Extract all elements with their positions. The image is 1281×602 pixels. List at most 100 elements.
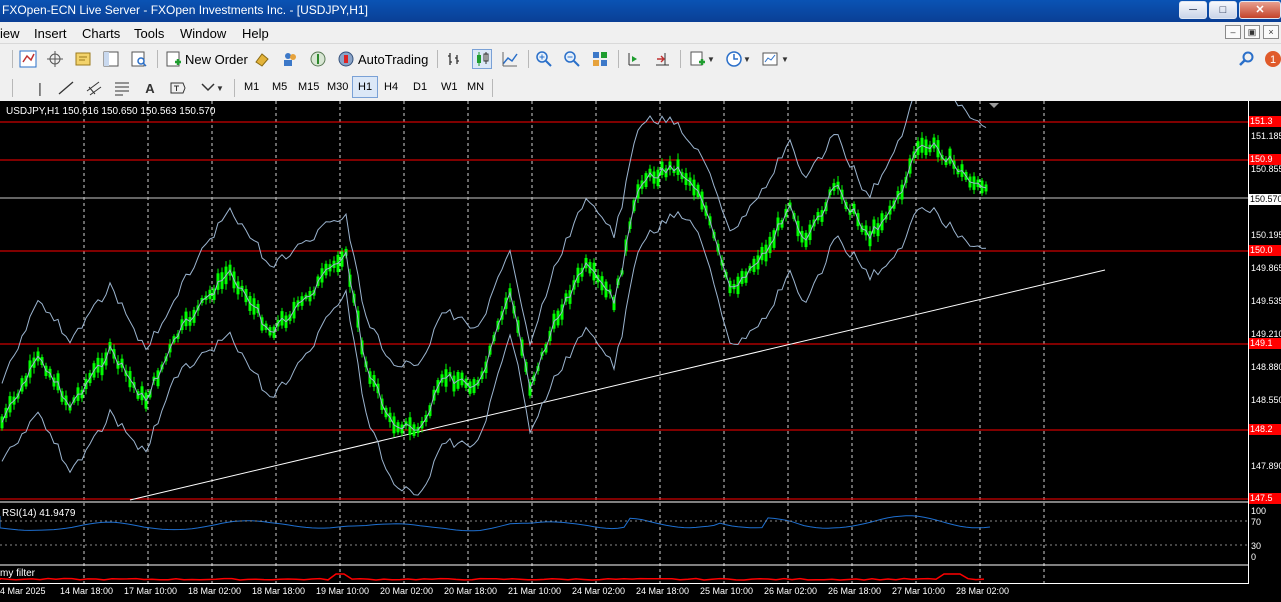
timeframe-mn[interactable]: MN bbox=[462, 76, 489, 98]
chevron-down-icon[interactable]: ▼ bbox=[780, 49, 790, 69]
text-icon[interactable]: A bbox=[140, 78, 160, 98]
chart-shift-marker bbox=[989, 103, 999, 108]
mt4-window: FXOpen-ECN Live Server - FXOpen Investme… bbox=[0, 0, 1281, 602]
history-center-icon[interactable] bbox=[252, 49, 272, 69]
chart-canvas[interactable] bbox=[0, 101, 1281, 602]
chevron-down-icon[interactable]: ▼ bbox=[706, 49, 716, 69]
text-label-icon[interactable] bbox=[168, 78, 188, 98]
maximize-icon[interactable]: □ bbox=[1209, 1, 1237, 19]
new-order-icon[interactable] bbox=[164, 49, 184, 69]
level-price-tag: 151.3 bbox=[1249, 116, 1281, 127]
new-order-button[interactable]: New Order bbox=[185, 52, 248, 67]
price-tick: 150.855 bbox=[1251, 164, 1281, 174]
minimize-icon[interactable]: ─ bbox=[1179, 1, 1207, 19]
menu-charts[interactable]: Charts bbox=[82, 26, 120, 41]
timeframe-m5[interactable]: M5 bbox=[267, 76, 292, 98]
zoom-in-icon[interactable] bbox=[534, 49, 554, 69]
time-tick: 18 Mar 02:00 bbox=[188, 586, 242, 596]
chart-shift-icon[interactable] bbox=[624, 49, 644, 69]
toolbar-separator bbox=[492, 79, 493, 97]
autotrading-icon[interactable] bbox=[336, 49, 356, 69]
toolbar-separator bbox=[234, 79, 235, 97]
line-chart-icon[interactable] bbox=[500, 49, 520, 69]
terminal-icon[interactable] bbox=[101, 49, 121, 69]
toolbar-separator bbox=[528, 50, 529, 68]
time-tick: 26 Mar 18:00 bbox=[828, 586, 882, 596]
timeframe-m1[interactable]: M1 bbox=[239, 76, 264, 98]
level-price-tag: 147.5 bbox=[1249, 493, 1281, 504]
templates-icon[interactable] bbox=[760, 49, 780, 69]
menu-tools[interactable]: Tools bbox=[134, 26, 164, 41]
child-close-icon[interactable]: × bbox=[1263, 25, 1279, 39]
level-price-tag: 149.1 bbox=[1249, 338, 1281, 349]
rsi-tick: 30 bbox=[1251, 541, 1262, 551]
time-tick: 20 Mar 02:00 bbox=[380, 586, 434, 596]
navigator-icon[interactable] bbox=[73, 49, 93, 69]
notifications-icon[interactable]: 1 bbox=[1262, 49, 1281, 69]
symbol-header: USDJPY,H1 150.616 150.650 150.563 150.57… bbox=[6, 106, 216, 117]
time-tick: 24 Mar 18:00 bbox=[636, 586, 690, 596]
tile-windows-icon[interactable] bbox=[590, 49, 610, 69]
candlestick-chart-icon[interactable] bbox=[472, 49, 492, 69]
menu-view[interactable]: iew bbox=[0, 26, 20, 41]
price-tick: 148.880 bbox=[1251, 362, 1281, 372]
periods-icon[interactable] bbox=[724, 49, 744, 69]
timeframe-d1[interactable]: D1 bbox=[408, 76, 432, 98]
signals-icon[interactable] bbox=[308, 49, 328, 69]
price-tick: 149.865 bbox=[1251, 263, 1281, 273]
timeframe-m30[interactable]: M30 bbox=[322, 76, 353, 98]
zoom-out-icon[interactable] bbox=[562, 49, 582, 69]
time-tick: 14 Mar 18:00 bbox=[60, 586, 114, 596]
chevron-down-icon[interactable]: ▼ bbox=[742, 49, 752, 69]
time-tick: 25 Mar 10:00 bbox=[700, 586, 754, 596]
line-studies-toolbar: | A ▼ M1 M5 M15 M30 H1 H4 D1 W1 MN bbox=[0, 74, 1281, 100]
rsi-tick: 100 bbox=[1251, 506, 1267, 516]
child-restore-icon[interactable]: ▣ bbox=[1244, 25, 1260, 39]
market-watch-icon[interactable] bbox=[18, 49, 38, 69]
indicators-icon[interactable] bbox=[688, 49, 708, 69]
toolbar-separator bbox=[437, 50, 438, 68]
price-tick: 150.195 bbox=[1251, 230, 1281, 240]
fibonacci-icon[interactable] bbox=[112, 78, 132, 98]
menu-window[interactable]: Window bbox=[180, 26, 226, 41]
time-tick: 28 Mar 02:00 bbox=[956, 586, 1010, 596]
window-controls: ─ □ ✕ bbox=[1177, 1, 1281, 21]
price-tick: 147.890 bbox=[1251, 461, 1281, 471]
bar-chart-icon[interactable] bbox=[444, 49, 464, 69]
window-title: FXOpen-ECN Live Server - FXOpen Investme… bbox=[2, 3, 368, 17]
timeframe-h4[interactable]: H4 bbox=[379, 76, 403, 98]
search-icon[interactable] bbox=[1237, 49, 1257, 69]
time-tick: 21 Mar 10:00 bbox=[508, 586, 562, 596]
chevron-down-icon[interactable]: ▼ bbox=[215, 78, 225, 98]
trendline-icon[interactable] bbox=[56, 78, 76, 98]
user-accounts-icon[interactable] bbox=[280, 49, 300, 69]
vertical-line-icon[interactable]: | bbox=[30, 78, 50, 98]
time-scale-border bbox=[0, 583, 1249, 584]
child-minimize-icon[interactable]: – bbox=[1225, 25, 1241, 39]
menu-bar: iew Insert Charts Tools Window Help – ▣ … bbox=[0, 22, 1281, 44]
price-chart[interactable]: USDJPY,H1 150.616 150.650 150.563 150.57… bbox=[0, 101, 1281, 602]
time-tick: 26 Mar 02:00 bbox=[764, 586, 818, 596]
timeframe-w1[interactable]: W1 bbox=[436, 76, 463, 98]
rsi-tick: 70 bbox=[1251, 517, 1262, 527]
timeframe-h1[interactable]: H1 bbox=[352, 76, 379, 98]
level-price-tag: 150.0 bbox=[1249, 245, 1281, 256]
menu-insert[interactable]: Insert bbox=[34, 26, 67, 41]
timeframe-m15[interactable]: M15 bbox=[293, 76, 324, 98]
price-tick: 151.185 bbox=[1251, 131, 1281, 141]
level-price-tag: 148.2 bbox=[1249, 424, 1281, 435]
toolbar-separator bbox=[12, 79, 13, 97]
standard-toolbar: New Order AutoTrading ▼ ▼ ▼ 1 bbox=[0, 45, 1281, 73]
rsi-label: RSI(14) 41.9479 bbox=[2, 508, 76, 519]
autotrading-button[interactable]: AutoTrading bbox=[358, 52, 428, 67]
candle-body bbox=[0, 416, 4, 429]
menu-help[interactable]: Help bbox=[242, 26, 269, 41]
crosshair-icon[interactable] bbox=[45, 49, 65, 69]
title-bar: FXOpen-ECN Live Server - FXOpen Investme… bbox=[0, 0, 1281, 22]
auto-scroll-icon[interactable] bbox=[652, 49, 672, 69]
channel-icon[interactable] bbox=[84, 78, 104, 98]
strategy-tester-icon[interactable] bbox=[129, 49, 149, 69]
time-tick: 18 Mar 18:00 bbox=[252, 586, 306, 596]
close-icon[interactable]: ✕ bbox=[1239, 1, 1281, 19]
time-tick: 20 Mar 18:00 bbox=[444, 586, 498, 596]
